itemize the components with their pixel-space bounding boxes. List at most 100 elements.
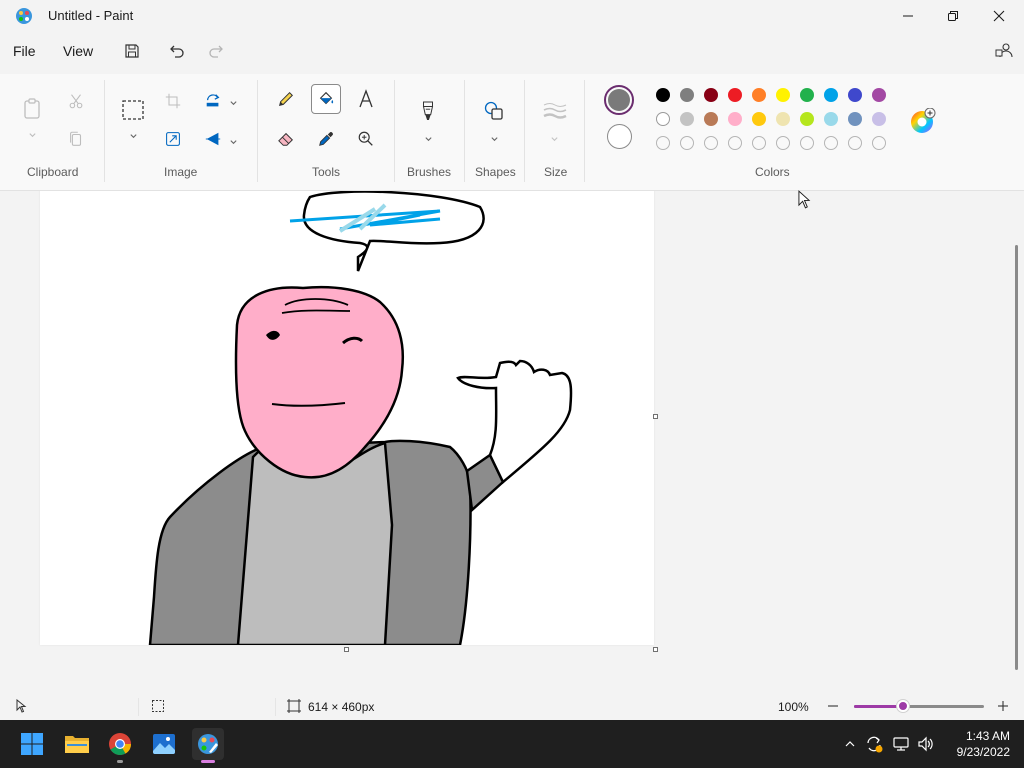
- taskbar-clock[interactable]: 1:43 AM 9/23/2022: [940, 728, 1010, 760]
- color-swatch[interactable]: [656, 112, 670, 126]
- color-swatch[interactable]: [752, 112, 766, 126]
- color-swatch[interactable]: [872, 112, 886, 126]
- photos-taskbar-button[interactable]: [148, 728, 180, 760]
- plus-icon: [998, 701, 1008, 711]
- minimize-icon: [903, 15, 913, 17]
- empty-color-slot[interactable]: [680, 136, 694, 150]
- color-swatch[interactable]: [728, 112, 742, 126]
- status-bar: 614 × 460px 100%: [0, 694, 1024, 720]
- edit-colors-button[interactable]: [910, 107, 936, 133]
- sync-tray-button[interactable]: [864, 732, 884, 756]
- fill-tool[interactable]: [311, 84, 341, 114]
- file-menu[interactable]: File: [13, 43, 36, 59]
- color-swatch[interactable]: [752, 88, 766, 102]
- resize-handle-corner[interactable]: [653, 647, 658, 652]
- ribbon-divider: [257, 80, 258, 182]
- network-tray-button[interactable]: [891, 732, 911, 756]
- show-hidden-icons-button[interactable]: [840, 732, 860, 756]
- copy-button[interactable]: [61, 124, 91, 154]
- empty-color-slot[interactable]: [800, 136, 814, 150]
- size-button[interactable]: [540, 96, 570, 126]
- empty-color-slot[interactable]: [776, 136, 790, 150]
- color-swatch[interactable]: [680, 88, 694, 102]
- zoom-slider[interactable]: [854, 700, 984, 712]
- restore-button[interactable]: [930, 0, 976, 32]
- paste-dropdown[interactable]: [17, 124, 47, 144]
- color-swatch[interactable]: [728, 88, 742, 102]
- chrome-taskbar-button[interactable]: [104, 728, 136, 763]
- cut-button[interactable]: [61, 86, 91, 116]
- ribbon-divider: [524, 80, 525, 182]
- start-button[interactable]: [16, 728, 48, 760]
- copy-icon: [70, 131, 82, 146]
- brushes-dropdown[interactable]: [424, 130, 433, 148]
- zoom-out-button[interactable]: [826, 699, 840, 718]
- close-button[interactable]: [976, 0, 1022, 32]
- volume-tray-button[interactable]: [916, 732, 936, 756]
- magnifier-tool[interactable]: [351, 124, 381, 154]
- color-swatch[interactable]: [776, 112, 790, 126]
- file-explorer-taskbar-button[interactable]: [61, 728, 93, 760]
- empty-color-slot[interactable]: [824, 136, 838, 150]
- color-swatch[interactable]: [800, 112, 814, 126]
- primary-color-button[interactable]: [604, 85, 634, 115]
- color-swatch[interactable]: [800, 88, 814, 102]
- color-picker-tool[interactable]: [311, 124, 341, 154]
- crop-button[interactable]: [158, 86, 188, 116]
- size-dropdown[interactable]: [550, 130, 559, 148]
- resize-handle-right[interactable]: [653, 414, 658, 419]
- rotate-dropdown[interactable]: [229, 94, 238, 112]
- color-swatch[interactable]: [704, 112, 718, 126]
- chrome-icon: [109, 733, 131, 755]
- color-swatch[interactable]: [848, 88, 862, 102]
- shapes-dropdown[interactable]: [490, 130, 499, 148]
- pencil-tool[interactable]: [271, 84, 301, 114]
- flip-dropdown[interactable]: [229, 133, 238, 151]
- resize-handle-bottom[interactable]: [344, 647, 349, 652]
- color-swatch[interactable]: [656, 88, 670, 102]
- shapes-button[interactable]: [479, 96, 509, 126]
- rotate-button[interactable]: [198, 86, 228, 116]
- paste-icon: [24, 98, 40, 119]
- paint-taskbar-button[interactable]: [192, 728, 224, 763]
- redo-button[interactable]: [205, 40, 227, 62]
- resize-button[interactable]: [158, 124, 188, 154]
- selection-size-icon: [151, 699, 165, 718]
- empty-color-slot[interactable]: [704, 136, 718, 150]
- empty-color-slot[interactable]: [872, 136, 886, 150]
- save-button[interactable]: [121, 40, 143, 62]
- drawing-canvas[interactable]: [40, 191, 654, 647]
- color-swatch[interactable]: [680, 112, 694, 126]
- select-button[interactable]: [118, 95, 148, 125]
- undo-button[interactable]: [166, 40, 188, 62]
- empty-color-slot[interactable]: [752, 136, 766, 150]
- color-swatch[interactable]: [872, 88, 886, 102]
- clock-time: 1:43 AM: [965, 729, 1010, 743]
- zoom-slider-thumb[interactable]: [897, 700, 910, 712]
- chevron-down-icon: [425, 137, 432, 142]
- eraser-tool[interactable]: [271, 124, 301, 154]
- vertical-scrollbar[interactable]: [1015, 245, 1018, 670]
- flip-button[interactable]: [198, 124, 228, 154]
- color-swatch[interactable]: [704, 88, 718, 102]
- secondary-color-button[interactable]: [607, 124, 632, 149]
- empty-color-slot[interactable]: [656, 136, 670, 150]
- color-swatch[interactable]: [824, 112, 838, 126]
- text-tool[interactable]: [351, 84, 381, 114]
- canvas-workspace[interactable]: [0, 191, 1024, 694]
- size-group-label: Size: [544, 165, 568, 179]
- account-button[interactable]: [993, 40, 1015, 62]
- brushes-button[interactable]: [413, 96, 443, 126]
- empty-color-slot[interactable]: [728, 136, 742, 150]
- color-swatch[interactable]: [848, 112, 862, 126]
- color-swatch[interactable]: [776, 88, 790, 102]
- zoom-in-button[interactable]: [996, 699, 1010, 718]
- paste-button[interactable]: [17, 94, 47, 124]
- select-dropdown[interactable]: [118, 126, 148, 144]
- minimize-button[interactable]: [885, 0, 931, 32]
- scissors-icon: [69, 94, 83, 109]
- color-swatch[interactable]: [824, 88, 838, 102]
- window-title: Untitled - Paint: [48, 8, 134, 23]
- view-menu[interactable]: View: [63, 43, 93, 59]
- empty-color-slot[interactable]: [848, 136, 862, 150]
